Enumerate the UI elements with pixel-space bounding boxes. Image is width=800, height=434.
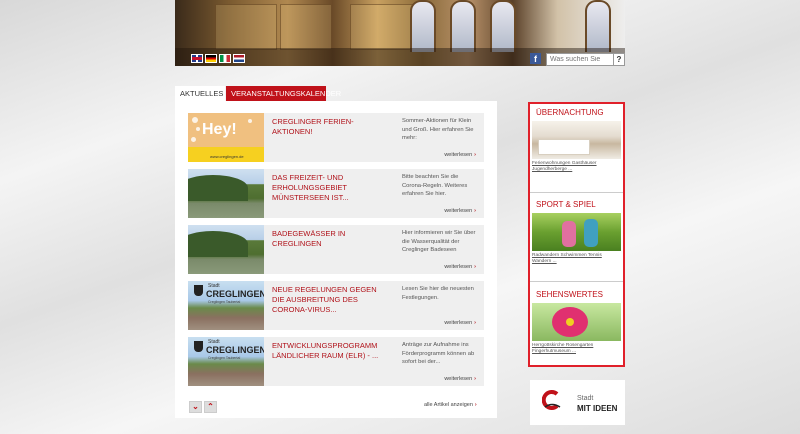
article-teaser: Sommer-Aktionen für Klein und Groß. Hier…: [402, 118, 474, 141]
search-button[interactable]: ?: [613, 53, 625, 66]
article-title[interactable]: NEUE REGELUNGEN GEGEN DIE AUSBREITUNG DE…: [272, 285, 382, 315]
stadt-sub-label: Creglingen Taubertal: [208, 356, 241, 360]
chevron-down-icon[interactable]: ⌄: [189, 401, 202, 413]
divider: [530, 192, 623, 193]
article-teaser: Anträge zur Aufnahme ins Förderprogramm …: [402, 342, 475, 365]
article-item[interactable]: BADEGEWÄSSER IN CREGLINGEN Hier informie…: [188, 225, 484, 274]
chevron-right-icon: ›: [474, 264, 476, 270]
chevron-right-icon: ›: [474, 208, 476, 214]
article-thumbnail[interactable]: Hey! www.creglingen.de: [188, 113, 264, 162]
stadt-mit-ideen-logo[interactable]: Stadt MIT IDEEN: [530, 380, 625, 425]
read-more-link[interactable]: weiterlesen ›: [444, 152, 476, 158]
read-more-link[interactable]: weiterlesen ›: [444, 376, 476, 382]
sidebar-section-sport[interactable]: SPORT & SPIEL Radwandern Schwimmen Tenni…: [532, 199, 621, 265]
chevron-right-icon: ›: [474, 320, 476, 326]
c-logo-icon: [542, 390, 561, 410]
news-panel: Hey! www.creglingen.de CREGLINGER FERIEN…: [175, 101, 497, 388]
flag-uk-icon[interactable]: [191, 54, 203, 63]
chevron-right-icon: ›: [474, 376, 476, 382]
logo-line-2: MIT IDEEN: [577, 404, 618, 413]
article-title[interactable]: BADEGEWÄSSER IN CREGLINGEN: [272, 229, 382, 249]
altar-panel: [280, 4, 332, 50]
article-title[interactable]: ENTWICKLUNGSPROGRAMM LÄNDLICHER RAUM (EL…: [272, 341, 382, 361]
sidebar-section-title[interactable]: ÜBERNACHTUNG: [532, 107, 621, 119]
tab-veranstaltungskalender[interactable]: Veranstaltungskalender: [226, 86, 341, 101]
read-more-link[interactable]: weiterlesen ›: [444, 208, 476, 214]
divider: [530, 281, 623, 282]
article-thumbnail[interactable]: [188, 169, 264, 218]
article-item[interactable]: Stadt CREGLINGEN Creglingen Taubertal NE…: [188, 281, 484, 330]
church-window: [410, 0, 436, 52]
all-articles-link[interactable]: alle Artikel anzeigen ›: [424, 402, 477, 408]
article-title[interactable]: DAS FREIZEIT- UND ERHOLUNGSGEBIET MÜNSTE…: [272, 173, 382, 203]
church-window: [585, 0, 611, 52]
article-teaser: Lesen Sie hier die neuesten Festlegungen…: [402, 286, 474, 301]
article-title[interactable]: CREGLINGER FERIEN-AKTIONEN!: [272, 117, 382, 137]
creglingen-label: CREGLINGEN: [206, 345, 264, 355]
sidebar-section-links[interactable]: Radwandern Schwimmen Tennis Wandern ...: [532, 253, 621, 265]
sidebar-teasers: ÜBERNACHTUNG Ferienwohnungen Gasthäuser …: [528, 102, 625, 367]
hotel-room-image[interactable]: [532, 121, 621, 159]
rose-image[interactable]: [532, 303, 621, 341]
creglingen-label: CREGLINGEN: [206, 289, 264, 299]
search-input[interactable]: [546, 53, 618, 66]
article-item[interactable]: DAS FREIZEIT- UND ERHOLUNGSGEBIET MÜNSTE…: [188, 169, 484, 218]
read-more-link[interactable]: weiterlesen ›: [444, 320, 476, 326]
article-thumbnail[interactable]: [188, 225, 264, 274]
coat-of-arms-icon: [194, 285, 203, 296]
sidebar-section-title[interactable]: SPORT & SPIEL: [532, 199, 621, 211]
article-thumbnail[interactable]: Stadt CREGLINGEN Creglingen Taubertal: [188, 337, 264, 386]
sidebar-section-links[interactable]: Herrgottskirche Rosengarten Fingerhutmus…: [532, 343, 621, 355]
sidebar-section-links[interactable]: Ferienwohnungen Gasthäuser Jugendherberg…: [532, 161, 621, 173]
sidebar-section-title[interactable]: SEHENSWERTES: [532, 289, 621, 301]
coat-of-arms-icon: [194, 341, 203, 352]
article-teaser: Bitte beachten Sie die Corona-Regeln. We…: [402, 174, 468, 197]
read-more-link[interactable]: weiterlesen ›: [444, 264, 476, 270]
hey-text: Hey!: [202, 121, 237, 138]
church-window: [490, 0, 516, 52]
logo-line-1: Stadt: [577, 395, 594, 402]
flag-italy-icon[interactable]: [219, 54, 231, 63]
hey-small-text: www.creglingen.de: [210, 154, 244, 159]
facebook-icon[interactable]: f: [530, 53, 541, 64]
article-teaser: Hier informieren wir Sie über die Wasser…: [402, 230, 476, 253]
church-window: [450, 0, 476, 52]
article-item[interactable]: Hey! www.creglingen.de CREGLINGER FERIEN…: [188, 113, 484, 162]
chevron-right-icon: ›: [474, 152, 476, 158]
altar-panel: [215, 4, 277, 50]
tab-aktuelles[interactable]: AKTUELLES: [175, 86, 225, 101]
chevron-right-icon: ›: [474, 402, 477, 408]
stadt-sub-label: Creglingen Taubertal: [208, 300, 241, 304]
sidebar-section-sehenswertes[interactable]: SEHENSWERTES Herrgottskirche Rosengarten…: [532, 289, 621, 355]
family-cycling-image[interactable]: [532, 213, 621, 251]
article-item[interactable]: Stadt CREGLINGEN Creglingen Taubertal EN…: [188, 337, 484, 386]
flag-germany-icon[interactable]: [205, 54, 217, 63]
chevron-up-icon[interactable]: ⌃: [204, 401, 217, 413]
article-thumbnail[interactable]: Stadt CREGLINGEN Creglingen Taubertal: [188, 281, 264, 330]
sidebar-section-uebernachtung[interactable]: ÜBERNACHTUNG Ferienwohnungen Gasthäuser …: [532, 107, 621, 173]
flag-netherlands-icon[interactable]: [233, 54, 245, 63]
